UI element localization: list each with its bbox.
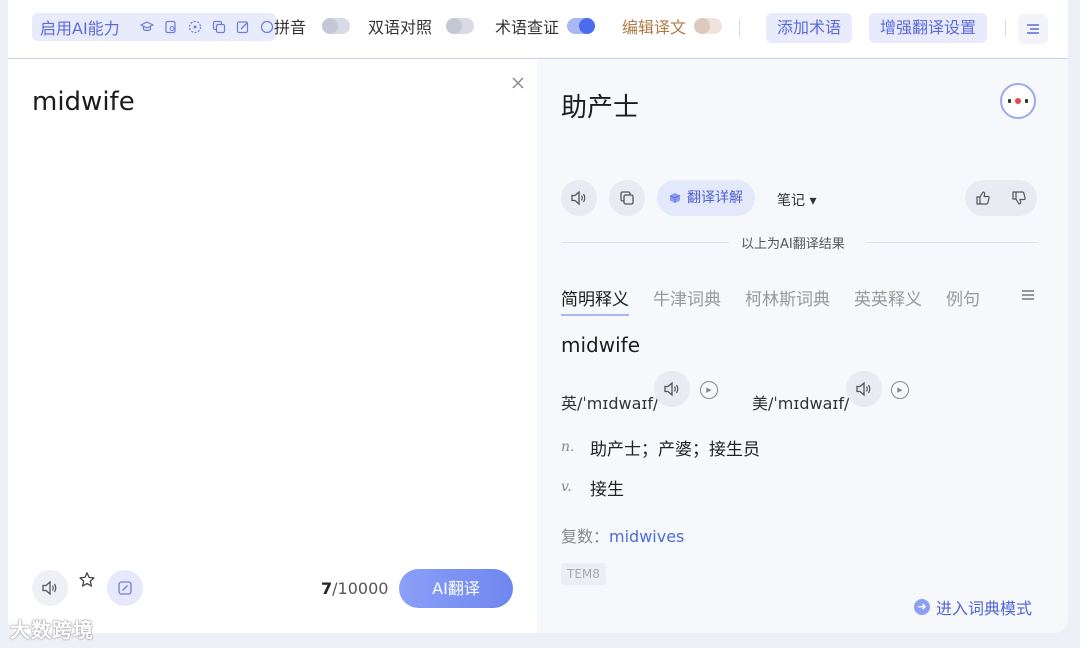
speaker-icon[interactable] [32, 570, 68, 606]
thumbs-up-icon[interactable] [975, 190, 991, 206]
divider [867, 242, 1037, 243]
toggle-knob [694, 18, 711, 34]
bilingual-toggle-group: 双语对照 [368, 14, 475, 38]
term-check-toggle-group: 术语查证 [495, 14, 596, 38]
plural-label: 复数： [561, 527, 610, 546]
headword: midwife [561, 333, 640, 357]
feedback-group [965, 180, 1037, 216]
ai-capability-group: 启用AI能力 [32, 13, 276, 41]
doc-search-icon[interactable] [164, 20, 178, 34]
close-icon[interactable] [508, 73, 528, 93]
ai-translate-button[interactable]: AI翻译 [399, 569, 513, 608]
more-tools-icon[interactable] [260, 20, 274, 34]
cube-icon [669, 192, 681, 204]
dictionary-mode-link[interactable]: ➜ 进入词典模式 [914, 595, 1032, 619]
edit-translation-toggle-group: 编辑译文 [622, 14, 723, 38]
star-icon[interactable] [76, 569, 98, 591]
tab-concise[interactable]: 简明释义 [561, 285, 629, 316]
source-pane: midwife 7/10000 AI翻译 [8, 59, 537, 633]
thumbs-down-icon[interactable] [1011, 190, 1027, 206]
definition: 助产士；产婆；接生员 [590, 440, 760, 460]
tab-english[interactable]: 英英释义 [854, 285, 922, 316]
uk-replay-icon[interactable]: ▶ [700, 381, 718, 399]
target-icon[interactable] [188, 20, 202, 34]
toggle-knob [579, 18, 596, 34]
copy-doc-icon[interactable] [212, 20, 226, 34]
uk-phonetic: 英/ˈmɪdwaɪf/ [561, 394, 659, 413]
edit-translation-toggle[interactable] [694, 18, 723, 34]
dictionary-tabs: 简明释义 牛津词典 柯林斯词典 英英释义 例句 [561, 285, 1004, 316]
toggle-knob [446, 18, 463, 34]
bilingual-toggle[interactable] [446, 18, 475, 34]
bilingual-label: 双语对照 [368, 18, 433, 37]
translation-explain-button[interactable]: 翻译详解 [657, 180, 755, 216]
uk-speaker-icon[interactable] [654, 371, 690, 407]
edit-note-icon[interactable] [107, 570, 143, 606]
dictionary-mode-label: 进入词典模式 [936, 599, 1033, 618]
us-phonetic: 美/ˈmɪdwaɪf/ [752, 394, 850, 413]
tab-examples[interactable]: 例句 [946, 285, 980, 316]
ai-result-note: 以上为AI翻译结果 [741, 237, 845, 252]
divider [1005, 19, 1006, 37]
arrow-right-icon: ➜ [914, 599, 930, 615]
definition: 接生 [590, 480, 624, 500]
top-toolbar: 启用AI能力 拼音 双语对照 术语查证 编辑译文 添加术语 增强翻译设置 [8, 0, 1068, 58]
ai-capability-label[interactable]: 启用AI能力 [32, 15, 120, 39]
edit-translation-label: 编辑译文 [622, 18, 687, 37]
notes-dropdown[interactable]: 笔记 ▾ [777, 190, 816, 210]
exam-tag: TEM8 [561, 563, 606, 585]
pinyin-toggle-group: 拼音 [274, 14, 351, 38]
speaker-icon[interactable] [561, 180, 597, 216]
pos-label: n. [561, 439, 575, 455]
tabs-menu-icon[interactable] [1021, 285, 1035, 306]
result-pane: 助产士 翻译详解 笔记 ▾ 以上为AI翻译结果 简明释义 牛津词典 柯林斯词典 … [537, 59, 1068, 633]
term-check-toggle[interactable] [567, 18, 596, 34]
term-check-label: 术语查证 [495, 18, 560, 37]
pinyin-label: 拼音 [274, 18, 307, 37]
plural-form: 复数：midwives [561, 523, 684, 547]
toggle-knob [322, 18, 339, 34]
char-count: 7 [321, 579, 333, 598]
pos-label: v. [561, 479, 572, 495]
divider [561, 242, 729, 243]
plural-link[interactable]: midwives [609, 527, 684, 546]
mortarboard-icon[interactable] [139, 20, 154, 34]
char-counter: 7/10000 [321, 579, 388, 598]
char-limit: /10000 [332, 579, 389, 598]
us-replay-icon[interactable]: ▶ [891, 381, 909, 399]
menu-lines-icon[interactable] [1018, 14, 1048, 44]
divider [739, 19, 740, 37]
translation-output: 助产士 [561, 93, 640, 123]
explain-label: 翻译详解 [687, 190, 743, 206]
pinyin-toggle[interactable] [322, 18, 351, 34]
copy-icon[interactable] [609, 180, 645, 216]
watermark-logo: 大数跨境 [10, 618, 94, 642]
source-input[interactable]: midwife [32, 87, 135, 117]
edit-icon[interactable] [236, 20, 250, 34]
translation-card: midwife 7/10000 AI翻译 助产士 翻译详解 笔记 ▾ 以上为AI… [8, 58, 1068, 633]
add-term-button[interactable]: 添加术语 [766, 13, 853, 43]
tab-collins[interactable]: 柯林斯词典 [745, 285, 830, 316]
ai-bot-avatar[interactable] [1000, 83, 1036, 119]
enhance-settings-button[interactable]: 增强翻译设置 [869, 13, 988, 43]
tab-oxford[interactable]: 牛津词典 [653, 285, 721, 316]
us-speaker-icon[interactable] [846, 371, 882, 407]
